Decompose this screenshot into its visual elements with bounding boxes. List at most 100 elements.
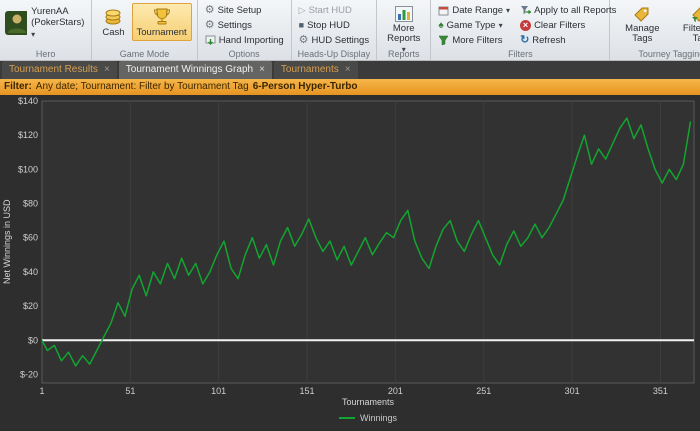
tab-label: Tournament Results: [9, 64, 98, 75]
more-reports-label: More Reports: [387, 23, 421, 45]
more-filters-label: More Filters: [452, 35, 503, 46]
svg-text:$-20: $-20: [20, 369, 38, 379]
tag-filter-icon: [692, 7, 700, 22]
chevron-down-icon: ▾: [506, 6, 511, 15]
tab-tournaments[interactable]: Tournaments ×: [273, 61, 358, 79]
tournament-label: Tournament: [136, 27, 187, 38]
refresh-button[interactable]: ↻ Refresh: [518, 34, 618, 47]
app-window: YurenAA (PokerStars) ▾ Hero Cash Tournam…: [0, 0, 700, 430]
svg-text:351: 351: [653, 386, 668, 396]
ribbon-caption-tagging: Tourney Tagging: [638, 49, 700, 59]
svg-text:$40: $40: [23, 267, 38, 277]
clear-x-icon: ×: [520, 20, 532, 31]
filter-for-tag-button[interactable]: Filter for Tag: [673, 3, 700, 48]
svg-text:$80: $80: [23, 198, 38, 208]
ribbon-caption-hero: Hero: [35, 49, 56, 59]
svg-text:251: 251: [476, 386, 491, 396]
tab-close-icon[interactable]: ×: [259, 64, 265, 75]
svg-text:$0: $0: [28, 335, 38, 345]
chart-legend: Winnings: [42, 413, 694, 423]
apply-to-all-reports-label: Apply to all Reports: [534, 5, 617, 16]
stop-icon: ■: [298, 20, 305, 30]
ribbon: YurenAA (PokerStars) ▾ Hero Cash Tournam…: [0, 0, 700, 61]
ribbon-group-tagging: Manage Tags Filter for Tag Tourney Taggi…: [610, 0, 700, 60]
tag-icon: [634, 7, 649, 22]
tab-label: Tournaments: [280, 64, 339, 75]
svg-text:$100: $100: [18, 164, 38, 174]
ribbon-group-game-mode: Cash Tournament Game Mode: [92, 0, 198, 60]
ribbon-group-reports: More Reports ▾ Reports: [377, 0, 432, 60]
clear-filters-label: Clear Filters: [534, 20, 586, 31]
tab-tournament-results[interactable]: Tournament Results ×: [2, 61, 117, 79]
svg-text:1: 1: [39, 386, 44, 396]
tab-close-icon[interactable]: ×: [345, 64, 351, 75]
svg-text:151: 151: [300, 386, 315, 396]
filter-for-tag-label: Filter for Tag: [682, 23, 700, 45]
svg-text:$20: $20: [23, 301, 38, 311]
tab-tournament-winnings-graph[interactable]: Tournament Winnings Graph ×: [118, 61, 272, 79]
tab-label: Tournament Winnings Graph: [125, 64, 254, 75]
ribbon-group-filters: Date Range ▾ ♠ Game Type ▾ More Filters: [431, 0, 616, 60]
hud-settings-button[interactable]: ⚙ HUD Settings: [297, 34, 371, 47]
hero-selector[interactable]: YurenAA (PokerStars) ▾: [5, 2, 86, 40]
y-axis-title: Net Winnings in USD: [2, 199, 12, 285]
refresh-icon: ↻: [520, 34, 530, 46]
svg-text:301: 301: [565, 386, 580, 396]
manage-tags-label: Manage Tags: [625, 23, 660, 45]
more-filters-button[interactable]: More Filters: [436, 34, 512, 47]
ribbon-caption-game-mode: Game Mode: [119, 49, 170, 59]
ribbon-group-hero: YurenAA (PokerStars) ▾ Hero: [0, 0, 93, 60]
play-icon: ▷: [298, 5, 306, 15]
manage-tags-button[interactable]: Manage Tags: [615, 3, 669, 48]
svg-text:$140: $140: [18, 96, 38, 106]
filter-summary-bar[interactable]: Filter: Any date; Tournament: Filter by …: [0, 79, 700, 95]
ribbon-group-options: ⚙ Site Setup ⚙ Settings Hand Importing O…: [198, 0, 292, 60]
hero-avatar: [5, 11, 28, 36]
ribbon-group-hud: ▷ Start HUD ■ Stop HUD ⚙ HUD Settings He…: [292, 0, 378, 60]
winnings-chart: 1 51 101 151 201 251 301 351 $140 $120 $100 $80 $60 $…: [0, 94, 700, 430]
ribbon-caption-hud: Heads-Up Display: [297, 49, 371, 59]
svg-text:201: 201: [388, 386, 403, 396]
svg-text:51: 51: [125, 386, 135, 396]
apply-filters-icon: [521, 6, 532, 14]
chevron-down-icon: ▾: [31, 29, 36, 39]
tournament-button[interactable]: Tournament: [131, 3, 192, 42]
import-icon: [205, 35, 216, 45]
svg-text:101: 101: [211, 386, 226, 396]
filter-tag: 6-Person Hyper-Turbo: [252, 81, 358, 93]
hand-importing-button[interactable]: Hand Importing: [203, 34, 286, 47]
stop-hud-button[interactable]: ■ Stop HUD: [297, 19, 371, 32]
start-hud-button[interactable]: ▷ Start HUD: [297, 4, 371, 17]
cash-label: Cash: [102, 27, 125, 38]
legend-label: Winnings: [359, 412, 397, 423]
x-axis-title: Tournaments: [341, 396, 395, 407]
ribbon-caption-options: Options: [228, 49, 260, 59]
tab-bar: Tournament Results × Tournament Winnings…: [0, 61, 700, 79]
tab-close-icon[interactable]: ×: [104, 64, 110, 75]
hero-site: (PokerStars): [31, 17, 85, 29]
refresh-label: Refresh: [532, 35, 566, 46]
chevron-down-icon: ▾: [498, 21, 503, 30]
bar-chart-icon: [394, 6, 413, 22]
settings-button[interactable]: ⚙ Settings: [203, 19, 286, 32]
date-range-label: Date Range: [452, 5, 504, 16]
hand-importing-label: Hand Importing: [218, 35, 284, 46]
start-hud-label: Start HUD: [308, 5, 352, 16]
funnel-icon: [438, 35, 449, 46]
game-type-button[interactable]: ♠ Game Type ▾: [436, 19, 512, 32]
clear-filters-button[interactable]: × Clear Filters: [518, 19, 618, 32]
apply-to-all-reports-button[interactable]: Apply to all Reports: [518, 4, 618, 17]
legend-line-swatch: [338, 416, 355, 419]
site-setup-button[interactable]: ⚙ Site Setup: [203, 4, 286, 17]
trophy-icon: [153, 8, 170, 25]
game-type-label: Game Type: [446, 20, 496, 31]
ribbon-caption-filters: Filters: [508, 49, 533, 59]
calendar-icon: [438, 6, 449, 16]
cash-button[interactable]: Cash: [97, 3, 129, 41]
ribbon-caption-reports: Reports: [387, 49, 420, 59]
date-range-button[interactable]: Date Range ▾: [436, 4, 512, 17]
filter-text: Any date; Tournament: Filter by Tourname…: [35, 81, 249, 93]
site-setup-label: Site Setup: [217, 5, 262, 16]
stop-hud-label: Stop HUD: [307, 20, 350, 31]
svg-text:$120: $120: [18, 130, 38, 140]
